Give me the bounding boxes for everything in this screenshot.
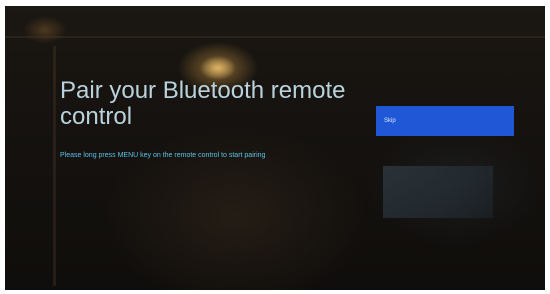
background-photo-beam [5, 36, 545, 38]
tv-screen: Pair your Bluetooth remote control Pleas… [5, 6, 545, 290]
background-photo-window [383, 166, 493, 218]
background-photo-post [53, 46, 56, 286]
pairing-instruction: Please long press MENU key on the remote… [60, 152, 266, 159]
skip-button[interactable]: Skip [376, 106, 514, 136]
page-title: Pair your Bluetooth remote control [60, 77, 346, 130]
